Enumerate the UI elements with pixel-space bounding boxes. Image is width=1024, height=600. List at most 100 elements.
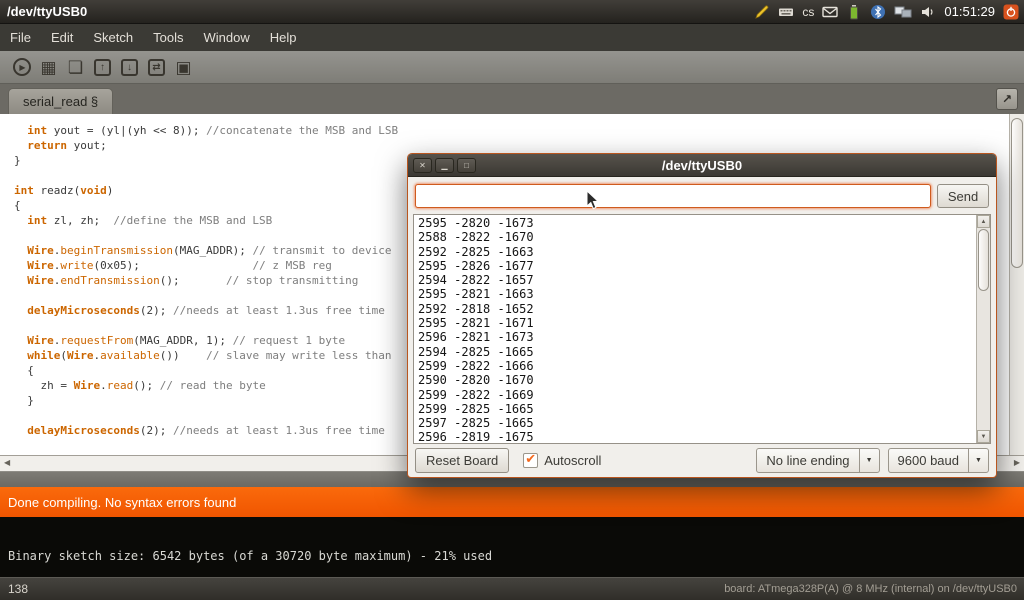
serial-line: 2596 -2819 -1675 [418, 430, 976, 443]
programmer-icon: ▣ [175, 59, 191, 76]
window-buttons: ✕ ▁ □ [413, 158, 476, 173]
serial-line: 2594 -2825 -1665 [418, 345, 976, 359]
dropdown-arrow-icon: ▼ [968, 449, 988, 472]
autoscroll-checkbox[interactable]: ✔ [523, 453, 538, 468]
serial-line: 2595 -2826 -1677 [418, 259, 976, 273]
minimize-icon: ▁ [441, 161, 447, 170]
minimize-button[interactable]: ▁ [435, 158, 454, 173]
line-ending-select[interactable]: No line ending ▼ [756, 448, 879, 473]
session-icon[interactable] [1003, 4, 1019, 20]
serial-monitor-button[interactable]: ↗ [996, 88, 1018, 110]
serial-line: 2592 -2818 -1652 [418, 302, 976, 316]
system-tray: cs 01:51:29 [754, 4, 1024, 20]
bluetooth-icon[interactable] [870, 4, 886, 20]
code-line: return yout; [14, 138, 1024, 153]
new-sketch-button[interactable]: ❏ [62, 54, 89, 80]
baud-value: 9600 baud [889, 449, 968, 472]
serial-line: 2595 -2821 -1663 [418, 287, 976, 301]
menu-edit[interactable]: Edit [41, 24, 83, 51]
check-icon: ✔ [525, 451, 536, 467]
programmer-button[interactable]: ▣ [170, 54, 197, 80]
reset-board-button[interactable]: Reset Board [415, 448, 509, 473]
scrollbar-thumb[interactable] [978, 229, 989, 291]
verify-button[interactable]: ▶ [8, 54, 35, 80]
menu-bar: FileEditSketchToolsWindowHelp [0, 24, 1024, 51]
menu-tools[interactable]: Tools [143, 24, 193, 51]
serial-line: 2595 -2821 -1671 [418, 316, 976, 330]
scroll-up-icon: ▲ [981, 219, 987, 225]
serial-line: 2588 -2822 -1670 [418, 230, 976, 244]
editor-vertical-scrollbar[interactable] [1009, 114, 1024, 455]
menu-help[interactable]: Help [260, 24, 307, 51]
toolbar: ▶ ▦ ❏ ↑ ↓ ⇄ ▣ [0, 51, 1024, 84]
serial-line: 2599 -2822 -1669 [418, 388, 976, 402]
output-scrollbar[interactable]: ▲ ▼ [976, 215, 990, 443]
dropdown-arrow-icon: ▼ [859, 449, 879, 472]
serial-monitor-icon: ↗ [1002, 92, 1012, 106]
maximize-button[interactable]: □ [457, 158, 476, 173]
serial-line: 2596 -2821 -1673 [418, 330, 976, 344]
serial-output-area[interactable]: 2595 -2820 -16732588 -2822 -16702592 -28… [413, 214, 991, 444]
scroll-right-icon[interactable]: ▶ [1014, 458, 1020, 467]
serial-line: 2595 -2820 -1673 [418, 216, 976, 230]
autoscroll-control[interactable]: ✔ Autoscroll [523, 453, 601, 468]
mouse-cursor [586, 190, 600, 210]
line-ending-value: No line ending [757, 449, 858, 472]
console-output: Binary sketch size: 6542 bytes (of a 307… [0, 517, 1024, 577]
board-info: board: ATmega328P(A) @ 8 MHz (internal) … [724, 583, 1017, 595]
scroll-down-button[interactable]: ▼ [977, 430, 990, 443]
close-button[interactable]: ✕ [413, 158, 432, 173]
footer-bar: 138 board: ATmega328P(A) @ 8 MHz (intern… [0, 577, 1024, 600]
serial-line: 2592 -2825 -1663 [418, 245, 976, 259]
battery-icon[interactable] [846, 4, 862, 20]
serial-line: 2594 -2822 -1657 [418, 273, 976, 287]
scroll-down-icon: ▼ [981, 434, 987, 440]
menu-window[interactable]: Window [193, 24, 259, 51]
tab-serial-read[interactable]: serial_read § [8, 88, 113, 114]
status-message: Done compiling. No syntax errors found [8, 495, 236, 510]
export-button[interactable]: ⇄ [143, 54, 170, 80]
upload-icon: ▦ [40, 59, 56, 76]
scrollbar-track[interactable] [977, 292, 990, 430]
send-row: Send [415, 184, 989, 208]
open-icon: ↑ [94, 59, 111, 76]
autoscroll-label: Autoscroll [544, 453, 601, 468]
menu-sketch[interactable]: Sketch [83, 24, 143, 51]
close-icon: ✕ [419, 161, 426, 170]
keyboard-layout-indicator[interactable]: cs [802, 5, 814, 19]
window-title: /dev/ttyUSB0 [7, 4, 87, 19]
serial-line: 2590 -2820 -1670 [418, 373, 976, 387]
scroll-left-icon[interactable]: ◀ [4, 458, 10, 467]
serial-input[interactable] [415, 184, 931, 208]
tab-label: serial_read § [23, 94, 98, 109]
menu-file[interactable]: File [0, 24, 41, 51]
scrollbar-thumb[interactable] [1011, 118, 1023, 268]
dialog-title: /dev/ttyUSB0 [408, 154, 996, 177]
scroll-up-button[interactable]: ▲ [977, 215, 990, 228]
line-number: 138 [8, 582, 28, 596]
code-line: int yout = (yl|(yh << 8)); //concatenate… [14, 123, 1024, 138]
open-button[interactable]: ↑ [89, 54, 116, 80]
serial-line: 2597 -2825 -1665 [418, 416, 976, 430]
serial-output: 2595 -2820 -16732588 -2822 -16702592 -28… [414, 215, 976, 443]
baud-rate-select[interactable]: 9600 baud ▼ [888, 448, 989, 473]
export-icon: ⇄ [148, 59, 165, 76]
dialog-titlebar[interactable]: /dev/ttyUSB0 ✕ ▁ □ [408, 154, 996, 177]
serial-line: 2599 -2825 -1665 [418, 402, 976, 416]
verify-icon: ▶ [13, 58, 31, 76]
top-panel: /dev/ttyUSB0 cs 01:51:29 [0, 0, 1024, 24]
clock[interactable]: 01:51:29 [944, 4, 995, 19]
volume-icon[interactable] [920, 4, 936, 20]
save-button[interactable]: ↓ [116, 54, 143, 80]
notes-icon[interactable] [754, 4, 770, 20]
new-sketch-icon: ❏ [68, 59, 83, 76]
keyboard-icon[interactable] [778, 4, 794, 20]
network-icon[interactable] [894, 4, 912, 20]
send-button[interactable]: Send [937, 184, 989, 208]
serial-line: 2599 -2822 -1666 [418, 359, 976, 373]
mail-icon[interactable] [822, 4, 838, 20]
console-text: Binary sketch size: 6542 bytes (of a 307… [8, 549, 492, 563]
upload-button[interactable]: ▦ [35, 54, 62, 80]
serial-monitor-window: /dev/ttyUSB0 ✕ ▁ □ Send 2595 -2820 -1673… [407, 153, 997, 478]
serial-controls: Reset Board ✔ Autoscroll No line ending … [415, 448, 989, 473]
